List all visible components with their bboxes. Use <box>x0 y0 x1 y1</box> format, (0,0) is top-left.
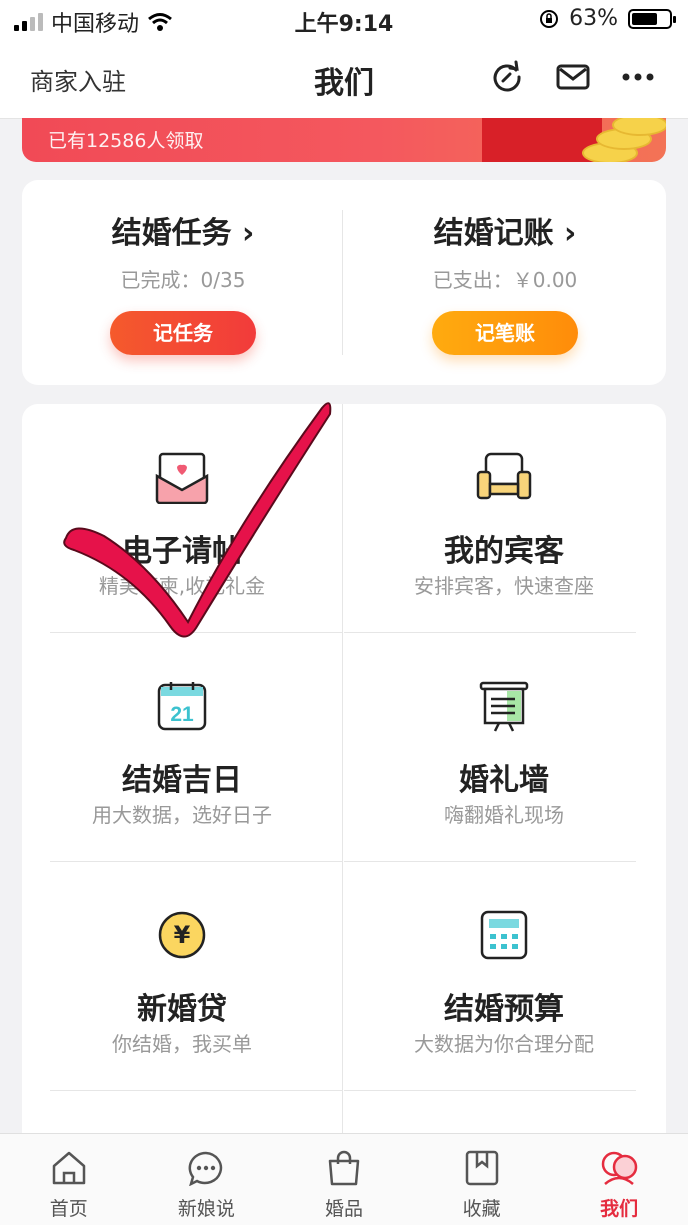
grid-item-subtitle: 嗨翻婚礼现场 <box>444 803 564 827</box>
nav-bar: 商家入驻 我们 <box>0 38 688 119</box>
grid-item-wedding-date[interactable]: 21 结婚吉日 用大数据，选好日子 <box>22 633 342 861</box>
task-card: 结婚任务 › 已完成：0/35 记任务 结婚记账 › 已支出：￥0.00 记笔账 <box>22 180 666 385</box>
grid-item-subtitle: 大数据为你合理分配 <box>414 1032 594 1056</box>
grid-item-subtitle: 用大数据，选好日子 <box>92 803 272 827</box>
invitation-envelope-icon <box>155 452 209 504</box>
battery-icon <box>628 8 676 29</box>
wedding-ledger-title[interactable]: 结婚记账 › <box>344 208 666 252</box>
tab-wedding-goods[interactable]: 婚品 <box>275 1134 413 1225</box>
tab-us[interactable]: 我们 <box>550 1134 688 1225</box>
home-icon <box>52 1151 86 1185</box>
calculator-icon <box>480 910 528 960</box>
refresh-icon[interactable] <box>490 60 524 94</box>
grid-item-e-invitation[interactable]: 电子请帖 精美请柬,收礼礼金 <box>22 404 342 632</box>
chat-bubble-icon <box>188 1151 223 1187</box>
banner-text: 已有12586人领取 <box>48 130 204 152</box>
svg-text:¥: ¥ <box>174 921 191 949</box>
tab-label: 收藏 <box>462 1198 501 1220</box>
wedding-wall-screen-icon <box>479 681 529 732</box>
wedding-ledger-spent: 已支出：￥0.00 <box>432 268 578 292</box>
shopping-bag-icon <box>328 1150 360 1186</box>
grid-item-title: 结婚预算 <box>444 992 564 1027</box>
grid-item-title: 电子请帖 <box>122 534 242 569</box>
tab-label: 婚品 <box>324 1198 363 1220</box>
grid-item-wedding-budget[interactable]: 结婚预算 大数据为你合理分配 <box>344 862 664 1090</box>
calendar-21-icon: 21 <box>157 682 207 731</box>
grid-item-subtitle: 精美请柬,收礼礼金 <box>98 574 266 598</box>
wedding-task-progress: 已完成：0/35 <box>120 268 246 292</box>
tab-bride-talk[interactable]: 新娘说 <box>138 1134 276 1225</box>
grid-item-title: 新婚贷 <box>137 992 227 1027</box>
wedding-task-title[interactable]: 结婚任务 › <box>22 208 344 252</box>
svg-text:21: 21 <box>170 703 194 726</box>
wedding-task-section[interactable]: 结婚任务 › 已完成：0/35 记任务 <box>22 208 344 355</box>
tab-home[interactable]: 首页 <box>0 1134 138 1225</box>
grid-item-my-guests[interactable]: 我的宾客 安排宾客，快速查座 <box>344 404 664 632</box>
feature-grid: 电子请帖 精美请柬,收礼礼金 我的宾客 安排宾客，快速查座 21 结婚吉日 用大… <box>22 404 666 1164</box>
yen-coin-icon: ¥ <box>158 911 206 959</box>
bookmark-icon <box>465 1150 498 1186</box>
grid-item-title: 我的宾客 <box>444 534 564 569</box>
grid-item-title: 结婚吉日 <box>122 763 242 798</box>
record-task-button[interactable]: 记任务 <box>110 311 256 355</box>
promo-banner[interactable]: 已有12586人领取 <box>22 118 666 162</box>
wedding-ledger-section[interactable]: 结婚记账 › 已支出：￥0.00 记笔账 <box>344 208 666 355</box>
battery-percent: 63% <box>569 6 618 31</box>
mail-icon[interactable] <box>556 63 590 91</box>
grid-item-wedding-wall[interactable]: 婚礼墙 嗨翻婚礼现场 <box>344 633 664 861</box>
tab-favorites[interactable]: 收藏 <box>413 1134 551 1225</box>
grid-item-wedding-loan[interactable]: ¥ 新婚贷 你结婚，我买单 <box>22 862 342 1090</box>
grid-item-subtitle: 安排宾客，快速查座 <box>414 574 594 598</box>
sofa-chair-icon <box>476 452 532 500</box>
tab-label: 首页 <box>49 1198 88 1220</box>
couple-icon <box>601 1151 638 1185</box>
tab-label: 新娘说 <box>177 1198 235 1220</box>
more-icon[interactable] <box>622 72 654 82</box>
status-bar: 中国移动 上午9:14 63% <box>0 0 688 38</box>
grid-item-title: 婚礼墙 <box>459 763 549 798</box>
orientation-lock-icon <box>540 9 559 28</box>
tab-bar: 首页 新娘说 婚品 收藏 我们 <box>0 1133 688 1225</box>
record-expense-button[interactable]: 记笔账 <box>432 311 578 355</box>
tab-label: 我们 <box>600 1198 639 1220</box>
grid-item-subtitle: 你结婚，我买单 <box>112 1032 252 1056</box>
